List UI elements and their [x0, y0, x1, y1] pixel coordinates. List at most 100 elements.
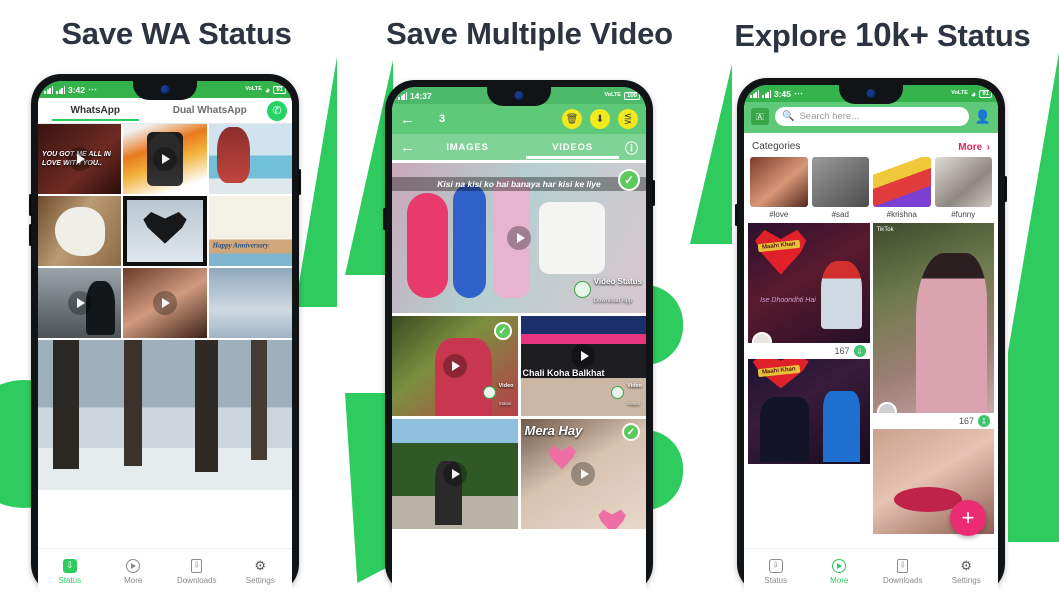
volume-up-1[interactable]	[29, 194, 32, 216]
tab-images[interactable]: IMAGES	[415, 142, 520, 153]
volume-up-2[interactable]	[383, 208, 386, 230]
play-icon[interactable]	[571, 344, 596, 368]
feed-media[interactable]: TikTok	[872, 223, 994, 413]
status-tile[interactable]	[208, 268, 292, 338]
status-tile[interactable]	[38, 268, 122, 338]
tab-videos[interactable]: VIDEOS	[520, 142, 625, 159]
tile-caption: Happy Anniversary	[212, 241, 269, 250]
video-card-hero[interactable]: Kisi na kisi ko hai banaya har kisi ke l…	[392, 163, 646, 313]
status-tile[interactable]	[123, 124, 207, 194]
download-count: 167	[834, 346, 850, 356]
delete-button[interactable]: 🗑	[562, 109, 582, 129]
front-camera-1	[160, 85, 170, 94]
play-icon[interactable]	[152, 147, 177, 171]
selected-check-icon[interactable]: ✓	[493, 322, 512, 340]
sidebar-item-settings[interactable]: ⚙ Settings	[229, 558, 293, 585]
sidebar-item-more[interactable]: More	[808, 558, 872, 585]
video-card-2[interactable]: ✓ Video Status	[392, 316, 518, 416]
status-tile[interactable]: YOU GOT ME ALL IN LOVE WITH YOU..	[38, 124, 122, 194]
sidebar-item-settings[interactable]: ⚙ Settings	[935, 558, 999, 585]
signal-icon-1	[44, 85, 53, 94]
status-tile[interactable]: Happy Anniversary	[208, 196, 292, 266]
sidebar-item-status[interactable]: ⇩ Status	[744, 558, 808, 585]
feed-card-2[interactable]: TikTok 167 ⇩	[872, 223, 994, 534]
phone-mockup-2: 14:37 VoLTE 100 ← 3 🗑 ⬇ ⋚ ← IMAGES VIDEO…	[383, 80, 655, 594]
power-button-2[interactable]	[652, 180, 655, 206]
phone-2-toolbar: ← 3 🗑 ⬇ ⋚	[392, 104, 646, 134]
power-button-1[interactable]	[298, 169, 301, 195]
add-button[interactable]: +	[950, 500, 986, 536]
nav-label: Downloads	[882, 575, 923, 585]
play-icon[interactable]	[442, 462, 467, 486]
play-icon[interactable]	[67, 147, 92, 171]
category-krishna[interactable]: #krishna	[873, 157, 931, 219]
feed-card-1[interactable]: Maahi Khan Ise Dhoondhti Hai 167 ⇩ Maahi…	[748, 223, 870, 534]
status-tile-featured[interactable]	[38, 340, 292, 490]
search-input[interactable]: 🔍 Search here...	[775, 107, 969, 126]
category-funny[interactable]: #funny	[934, 157, 992, 219]
nav-label: Status	[764, 575, 788, 585]
tab-dual-whatsapp[interactable]: Dual WhatsApp	[153, 105, 268, 116]
volume-up-3[interactable]	[735, 204, 738, 226]
download-icon[interactable]: ⇩	[853, 345, 866, 357]
sidebar-item-downloads[interactable]: ⇩ Downloads	[165, 558, 229, 585]
tile-subject	[54, 206, 105, 256]
volume-down-1[interactable]	[29, 224, 32, 246]
status-tile[interactable]	[123, 196, 207, 266]
clock-1: 3:42	[68, 84, 86, 95]
sidebar-item-status[interactable]: ⇩ Status	[38, 558, 102, 585]
battery-1: 91	[273, 85, 286, 94]
signal-icon-1	[398, 91, 407, 100]
avatar[interactable]	[876, 402, 897, 413]
sidebar-item-more[interactable]: More	[102, 558, 166, 585]
front-camera-2	[514, 91, 524, 100]
status-icon: ⇩	[768, 558, 783, 573]
play-icon[interactable]	[152, 291, 177, 315]
feed-media-3[interactable]: Maahi Khan	[748, 359, 870, 464]
status-tile[interactable]	[38, 196, 122, 266]
back-arrow-icon[interactable]: ←	[400, 111, 415, 128]
status-tile[interactable]	[123, 268, 207, 338]
sidebar-item-downloads[interactable]: ⇩ Downloads	[871, 558, 935, 585]
tab-whatsapp[interactable]: WhatsApp	[38, 105, 153, 121]
help-circle-icon[interactable]: ⓘ	[625, 138, 646, 157]
category-label: #funny	[951, 210, 976, 219]
translate-icon[interactable]: 🇦	[751, 108, 769, 125]
video-card-4[interactable]	[392, 419, 518, 529]
avatar[interactable]	[752, 332, 772, 343]
categories-more-button[interactable]: More ›	[958, 137, 990, 155]
watermark-title: Video	[627, 383, 642, 389]
nav-label: More	[830, 575, 849, 585]
download-button[interactable]: ⬇	[590, 109, 610, 129]
selected-check-icon[interactable]: ✓	[622, 423, 640, 441]
feed-media[interactable]: Maahi Khan Ise Dhoondhti Hai	[748, 223, 870, 343]
subject-graphic	[916, 253, 987, 413]
play-icon[interactable]	[507, 226, 531, 250]
download-icon[interactable]: ⇩	[978, 415, 990, 427]
category-sad[interactable]: #sad	[811, 157, 869, 219]
nav-label: Settings	[245, 575, 275, 585]
video-card-3[interactable]: Chali Koha Balkhat Video Status	[520, 316, 646, 416]
category-label: #krishna	[886, 210, 917, 219]
profile-icon[interactable]: 👤	[975, 109, 991, 125]
video-caption: Kisi na kisi ko hai banaya har kisi ke l…	[392, 177, 646, 191]
play-circle-icon	[126, 558, 141, 573]
back-arrow-icon-2[interactable]: ←	[392, 139, 415, 156]
category-love[interactable]: #love	[750, 157, 808, 219]
play-icon[interactable]	[67, 291, 92, 315]
heart-graphic	[755, 229, 807, 275]
promo-banner: Save WA Status Save Multiple Video Explo…	[0, 0, 1059, 594]
video-card-5[interactable]: Mera Hay ✓	[520, 419, 646, 529]
status-tile[interactable]	[208, 124, 292, 194]
heart-sticker-icon	[598, 509, 626, 529]
art-shape	[407, 193, 448, 298]
phone-1-bottom-nav: ⇩ Status More ⇩ Downloads ⚙ Settings	[38, 548, 292, 594]
play-icon[interactable]	[442, 354, 467, 378]
power-button-3[interactable]	[1004, 176, 1007, 202]
clock-2: 14:37	[410, 90, 432, 101]
play-icon[interactable]	[571, 462, 596, 486]
share-button[interactable]: ⋚	[618, 109, 638, 129]
selected-check-icon[interactable]: ✓	[618, 169, 640, 191]
whatsapp-icon[interactable]: ✆	[267, 100, 287, 121]
overflow-dots-1: ⋯	[88, 84, 98, 94]
